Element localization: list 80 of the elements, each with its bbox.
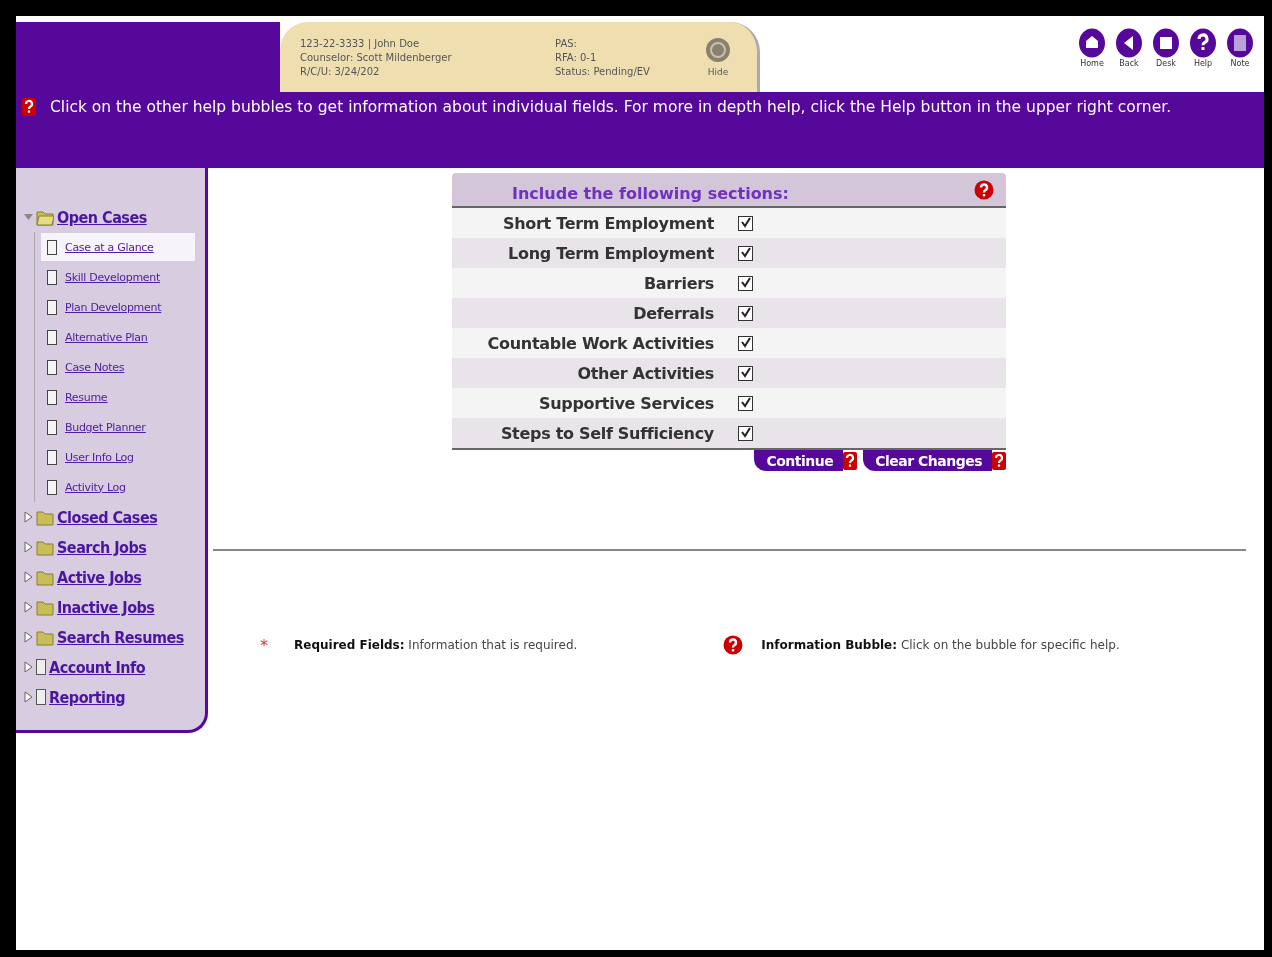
counselor-text: Counselor: Scott Mildenberger — [300, 51, 453, 63]
help-icon[interactable] — [992, 451, 1006, 470]
sidebar-item[interactable]: Resume — [41, 383, 195, 411]
section-label: Countable Work Activities — [486, 333, 714, 353]
sidebar-item[interactable]: User Info Log — [41, 443, 195, 471]
document-icon — [47, 329, 57, 345]
note-button[interactable]: Note — [1226, 28, 1254, 92]
folder-icon — [36, 538, 54, 556]
document-icon — [47, 479, 57, 495]
sidebar-item[interactable]: Case at a Glance — [41, 233, 195, 261]
help-instructions-text: Click on the other help bubbles to get information about individual fields. For more in depth help, click the Help button in the upper right corner. — [50, 98, 1172, 116]
clear-changes-button[interactable]: Clear Changes — [863, 450, 992, 471]
checkbox[interactable] — [738, 215, 753, 231]
section-label: Long Term Employment — [507, 243, 714, 263]
section-label: Steps to Self Sufficiency — [499, 423, 714, 443]
sidebar-link[interactable]: Search Resumes — [57, 627, 184, 647]
help-button[interactable]: Help — [1189, 28, 1217, 92]
sidebar-item[interactable]: Activity Log — [41, 473, 195, 501]
required-fields-note: Required Fields: Information that is required. — [294, 638, 578, 652]
checkbox[interactable] — [738, 245, 753, 261]
section-label: Supportive Services — [537, 393, 714, 413]
sidebar-link[interactable]: Inactive Jobs — [57, 597, 155, 617]
document-icon — [47, 299, 57, 315]
sidebar-link[interactable]: Active Jobs — [57, 567, 142, 587]
back-button[interactable]: Back — [1115, 28, 1143, 92]
pas-text: PAS: — [555, 37, 578, 49]
desk-button[interactable]: Desk — [1152, 28, 1180, 92]
rfa-text: RFA: 0-1 — [555, 51, 598, 63]
section-label: Short Term Employment — [502, 213, 714, 233]
collapsed-arrow-icon[interactable] — [24, 601, 33, 613]
section-label: Other Activities — [576, 363, 714, 383]
document-icon — [47, 359, 57, 375]
help-icon[interactable] — [843, 451, 858, 470]
folder-icon — [36, 568, 54, 586]
sidebar-link[interactable]: Closed Cases — [57, 507, 158, 527]
collapsed-arrow-icon[interactable] — [24, 541, 33, 553]
sidebar-link[interactable]: Search Jobs — [57, 537, 147, 557]
collapsed-arrow-icon[interactable] — [24, 631, 33, 643]
checkbox[interactable] — [738, 335, 753, 351]
home-button[interactable]: Home — [1078, 28, 1106, 92]
collapsed-arrow-icon[interactable] — [24, 661, 33, 673]
document-icon — [47, 449, 57, 465]
sidebar-item[interactable]: Case Notes — [41, 353, 195, 381]
sidebar-link[interactable]: Reporting — [49, 687, 125, 707]
document-icon — [47, 239, 57, 255]
collapsed-arrow-icon[interactable] — [24, 691, 33, 703]
checkbox[interactable] — [738, 365, 753, 381]
folder-icon — [36, 598, 54, 616]
collapsed-arrow-icon[interactable] — [24, 571, 33, 583]
sidebar-item[interactable]: Alternative Plan — [41, 323, 195, 351]
document-icon — [36, 659, 46, 675]
checkbox[interactable] — [738, 425, 753, 441]
checkbox[interactable] — [738, 395, 753, 411]
folder-icon — [36, 508, 54, 526]
help-bubble-icon[interactable] — [723, 635, 744, 655]
table-title: Include the following sections: — [512, 184, 789, 203]
checkbox[interactable] — [738, 305, 753, 321]
document-icon — [47, 419, 57, 435]
sidebar-link[interactable]: Open Cases — [57, 207, 147, 227]
sidebar-item[interactable]: Skill Development — [41, 263, 195, 291]
help-bubble-icon[interactable] — [974, 179, 994, 200]
section-label: Deferrals — [632, 303, 714, 323]
folder-icon — [36, 628, 54, 646]
sidebar-item[interactable]: Plan Development — [41, 293, 195, 321]
document-icon — [47, 389, 57, 405]
information-bubble-note: Information Bubble: Click on the bubble for specific help. — [761, 638, 1120, 652]
section-label: Barriers — [642, 273, 714, 293]
folder-icon — [36, 208, 54, 226]
checkbox[interactable] — [738, 275, 753, 291]
status-text: Status: Pending/EV — [555, 65, 651, 77]
sidebar-link[interactable]: Account Info — [49, 657, 146, 677]
collapsed-arrow-icon[interactable] — [24, 511, 33, 523]
help-icon[interactable] — [22, 98, 36, 116]
document-icon — [47, 269, 57, 285]
case-id-text: 123-22-3333 | John Doe — [300, 37, 421, 49]
continue-button[interactable]: Continue — [754, 450, 844, 471]
required-mark: * — [260, 635, 269, 655]
document-icon — [36, 689, 46, 705]
rcu-date-text: R/C/U: 3/24/202 — [300, 65, 381, 77]
sidebar-item[interactable]: Budget Planner — [41, 413, 195, 441]
